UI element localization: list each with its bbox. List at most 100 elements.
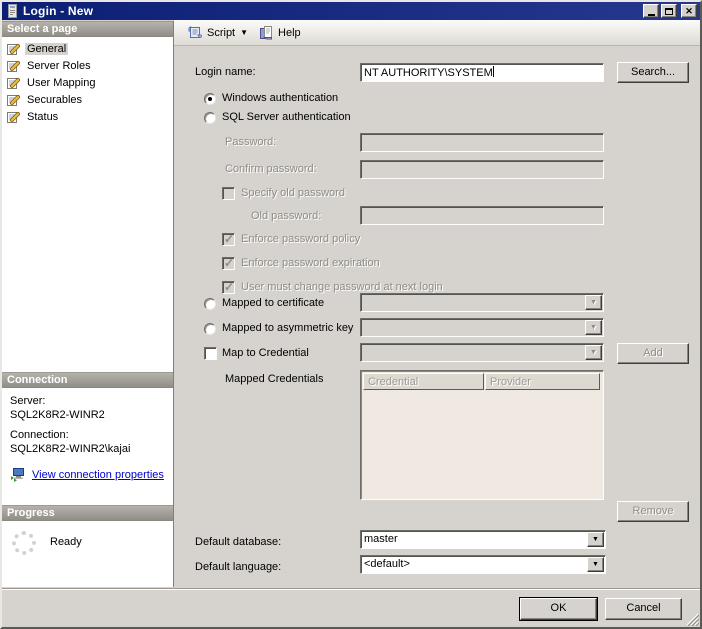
chevron-down-icon: ▼	[585, 295, 602, 310]
server-value: SQL2K8R2-WINR2	[10, 409, 173, 421]
mapped-to-certificate-label: Mapped to certificate	[222, 297, 324, 309]
property-page-icon	[6, 93, 20, 107]
text-caret	[493, 66, 494, 77]
property-page-icon	[6, 110, 20, 124]
chevron-down-icon: ▼	[585, 320, 602, 335]
specify-old-password-label: Specify old password	[241, 187, 345, 199]
mapped-to-certificate-radio[interactable]	[204, 298, 216, 310]
map-to-credential-checkbox[interactable]	[204, 347, 217, 360]
old-password-input	[360, 206, 604, 225]
user-must-change-password-checkbox	[222, 281, 235, 294]
mapped-to-asymmetric-key-label: Mapped to asymmetric key	[222, 322, 353, 334]
chevron-down-icon[interactable]: ▼	[587, 557, 604, 572]
window-title: Login - New	[23, 4, 93, 18]
default-language-label: Default language:	[195, 561, 281, 573]
remove-button: Remove	[617, 501, 689, 522]
sidebar-item-status[interactable]: Status	[6, 108, 173, 125]
windows-authentication-radio[interactable]	[204, 93, 216, 105]
progress-header: Progress	[2, 505, 173, 521]
password-input	[360, 133, 604, 152]
confirm-password-input	[360, 160, 604, 179]
connection-header: Connection	[2, 372, 173, 388]
default-database-label: Default database:	[195, 536, 281, 548]
help-button-label: Help	[278, 27, 301, 39]
default-database-combobox[interactable]: master ▼	[360, 530, 606, 549]
default-language-combobox[interactable]: <default> ▼	[360, 555, 606, 574]
sidebar-item-user-mapping[interactable]: User Mapping	[6, 74, 173, 91]
sidebar-item-server-roles[interactable]: Server Roles	[6, 57, 173, 74]
old-password-label: Old password:	[251, 210, 321, 222]
windows-authentication-label: Windows authentication	[222, 92, 338, 104]
script-button-label: Script	[207, 27, 235, 39]
login-name-input[interactable]: NT AUTHORITY\SYSTEM	[360, 63, 604, 82]
mapped-credentials-table: Credential Provider	[360, 370, 604, 500]
script-button[interactable]: Script ▼	[182, 22, 253, 44]
sidebar-item-label: General	[25, 43, 68, 55]
resize-grip-icon[interactable]	[686, 613, 699, 626]
certificate-combobox-value	[361, 294, 584, 311]
cancel-button[interactable]: Cancel	[605, 598, 682, 620]
close-icon: ✕	[685, 6, 693, 17]
enforce-password-policy-label: Enforce password policy	[241, 233, 360, 245]
mapped-to-asymmetric-key-radio[interactable]	[204, 323, 216, 335]
page-list: General Server Roles User Mappin	[2, 37, 173, 372]
script-scroll-icon	[187, 25, 203, 41]
sidebar-item-label: Server Roles	[25, 60, 93, 72]
progress-spinner-icon	[12, 531, 36, 555]
property-page-icon	[6, 76, 20, 90]
chevron-down-icon: ▼	[240, 28, 248, 37]
progress-status: Ready	[50, 536, 82, 548]
login-form-icon	[5, 4, 19, 18]
minimize-button[interactable]	[643, 4, 659, 18]
user-must-change-password-label: User must change password at next login	[241, 281, 443, 293]
enforce-password-policy-checkbox	[222, 233, 235, 246]
mapped-credentials-table-header: Credential Provider	[362, 372, 602, 390]
credential-column-header: Credential	[363, 373, 484, 390]
provider-column-header: Provider	[485, 373, 600, 390]
default-database-value: master	[361, 531, 586, 548]
sql-server-authentication-label: SQL Server authentication	[222, 111, 351, 123]
asymmetric-key-combobox-value	[361, 319, 584, 336]
login-new-dialog: Login - New ✕ Select a page General	[0, 0, 702, 629]
specify-old-password-checkbox	[222, 187, 235, 200]
sql-server-authentication-radio[interactable]	[204, 112, 216, 124]
sidebar-item-securables[interactable]: Securables	[6, 91, 173, 108]
close-button[interactable]: ✕	[681, 4, 697, 18]
sidebar-item-label: Securables	[25, 94, 84, 106]
login-name-label: Login name:	[195, 66, 256, 78]
general-page-content: Login name: NT AUTHORITY\SYSTEM Search..…	[174, 46, 700, 586]
ok-button[interactable]: OK	[520, 598, 597, 620]
help-button[interactable]: Help	[253, 22, 306, 44]
asymmetric-key-combobox: ▼	[360, 318, 604, 337]
mapped-credentials-label: Mapped Credentials	[225, 373, 323, 385]
server-label: Server:	[10, 395, 173, 407]
sidebar-item-label: Status	[25, 111, 60, 123]
login-name-value: NT AUTHORITY\SYSTEM	[364, 67, 493, 79]
toolbar: Script ▼ Help	[174, 20, 700, 46]
add-button: Add	[617, 343, 689, 364]
progress-panel: Ready	[2, 521, 173, 587]
help-book-icon	[258, 25, 274, 41]
minimize-icon	[648, 14, 655, 16]
chevron-down-icon: ▼	[585, 345, 602, 360]
default-language-value: <default>	[361, 556, 586, 573]
sidebar-item-label: User Mapping	[25, 77, 97, 89]
connection-label: Connection:	[10, 429, 173, 441]
password-label: Password:	[225, 136, 276, 148]
credential-combobox: ▼	[360, 343, 604, 362]
sidebar-item-general[interactable]: General	[6, 40, 173, 57]
select-a-page-header: Select a page	[2, 21, 173, 37]
connection-value: SQL2K8R2-WINR2\kajai	[10, 443, 173, 455]
enforce-password-expiration-label: Enforce password expiration	[241, 257, 380, 269]
credential-combobox-value	[361, 344, 584, 361]
chevron-down-icon[interactable]: ▼	[587, 532, 604, 547]
titlebar[interactable]: Login - New ✕	[2, 2, 700, 20]
connection-panel: Server: SQL2K8R2-WINR2 Connection: SQL2K…	[2, 388, 173, 505]
property-page-icon	[6, 59, 20, 73]
view-connection-properties-link[interactable]: View connection properties	[32, 469, 164, 481]
search-button[interactable]: Search...	[617, 62, 689, 83]
maximize-button[interactable]	[661, 4, 677, 18]
enforce-password-expiration-checkbox	[222, 257, 235, 270]
certificate-combobox: ▼	[360, 293, 604, 312]
map-to-credential-label: Map to Credential	[222, 347, 309, 359]
